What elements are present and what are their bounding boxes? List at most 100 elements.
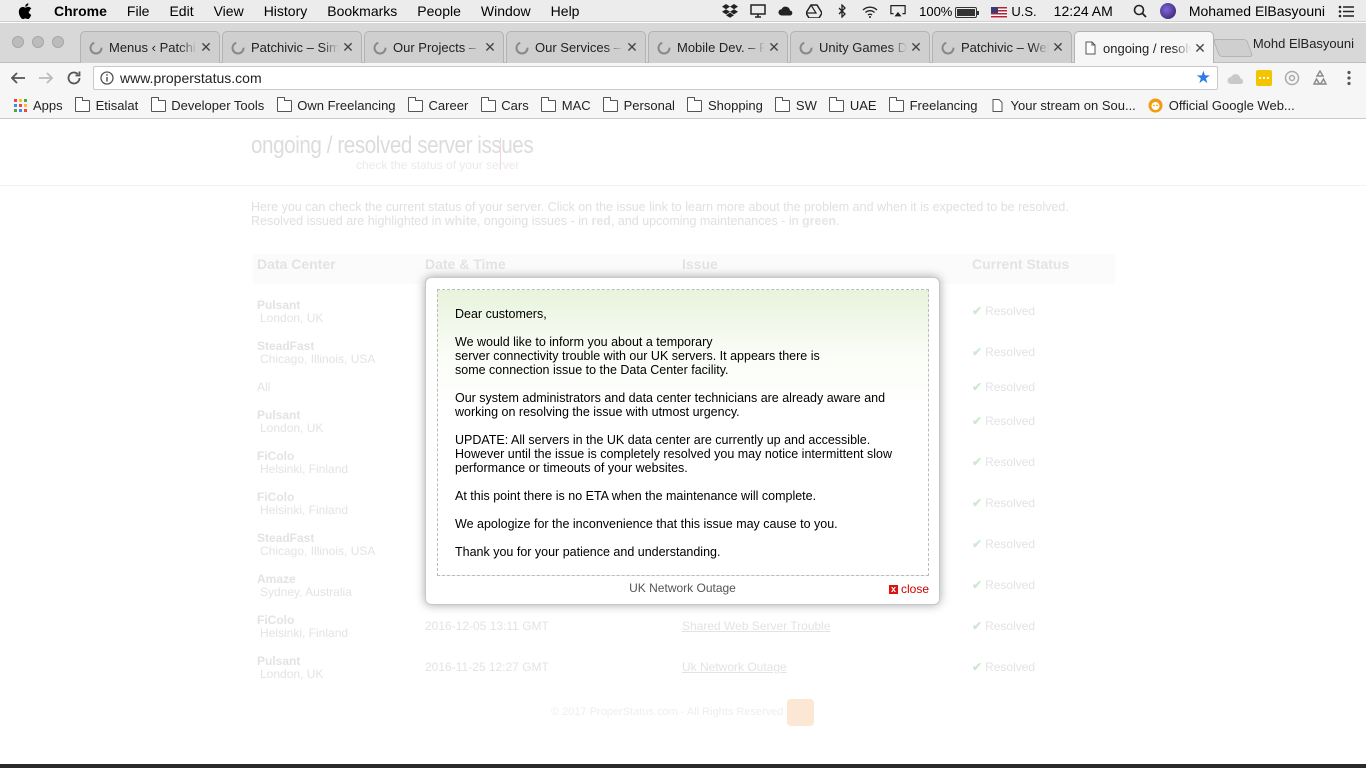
tab-close-icon[interactable]: ✕ <box>909 39 923 56</box>
window-minimize-button[interactable] <box>32 36 44 48</box>
bookmark-folder-uae[interactable]: UAE <box>829 96 877 113</box>
tab-close-icon[interactable]: ✕ <box>1193 40 1207 57</box>
status-cell: ✔ Resolved <box>972 496 1035 510</box>
bookmark-google-webmaster[interactable]: Official Google Web... <box>1148 98 1295 113</box>
modal-close-button[interactable]: x close <box>889 582 929 596</box>
cloud-icon[interactable] <box>778 4 794 18</box>
menu-window[interactable]: Window <box>471 0 541 22</box>
input-source-label: U.S. <box>1011 3 1037 19</box>
browser-tab[interactable]: Mobile Dev. – P ✕ <box>648 31 788 63</box>
browser-tab[interactable]: Patchivic – Simi ✕ <box>222 31 362 63</box>
bookmark-folder-sw[interactable]: SW <box>775 96 817 113</box>
tab-close-icon[interactable]: ✕ <box>767 39 781 56</box>
menu-history[interactable]: History <box>254 0 318 22</box>
menu-bookmarks[interactable]: Bookmarks <box>317 0 407 22</box>
folder-icon <box>775 96 791 112</box>
spotlight-search-icon[interactable] <box>1132 4 1148 18</box>
close-label: close <box>901 582 930 596</box>
input-source[interactable]: U.S. <box>991 3 1037 19</box>
tab-close-icon[interactable]: ✕ <box>199 39 213 56</box>
menu-view[interactable]: View <box>204 0 254 22</box>
forward-button[interactable] <box>36 68 56 88</box>
menu-help[interactable]: Help <box>541 0 590 22</box>
page-document-icon <box>990 99 1006 112</box>
display-icon[interactable] <box>750 4 766 18</box>
browser-tab[interactable]: Unity Games Dc ✕ <box>790 31 930 63</box>
airplay-icon[interactable] <box>890 4 906 18</box>
column-header-date-time: Date & Time <box>425 256 506 272</box>
issue-link[interactable]: Shared Web Server Trouble <box>682 619 831 633</box>
bookmark-star-icon[interactable]: ★ <box>1196 69 1211 87</box>
chrome-menu-icon[interactable] <box>1340 69 1358 87</box>
wifi-icon[interactable] <box>862 4 878 18</box>
url-input[interactable] <box>120 69 1180 87</box>
tab-close-icon[interactable]: ✕ <box>483 39 497 56</box>
address-bar[interactable]: ★ <box>93 66 1218 90</box>
bookmark-folder-shopping[interactable]: Shopping <box>687 96 763 113</box>
status-label: Resolved <box>985 345 1036 359</box>
bookmarks-bar: Apps Etisalat Developer Tools Own Freela… <box>0 93 1366 119</box>
check-icon: ✔ <box>972 414 983 428</box>
status-label: Resolved <box>985 619 1036 633</box>
browser-tab[interactable]: Menus ‹ Patchi ✕ <box>80 31 220 63</box>
tab-close-icon[interactable]: ✕ <box>1051 39 1065 56</box>
browser-tab[interactable]: Patchivic – Wel ✕ <box>932 31 1072 63</box>
menu-file[interactable]: File <box>117 0 160 22</box>
status-cell: ✔ Resolved <box>972 537 1035 551</box>
browser-tab[interactable]: Our Services – ✕ <box>506 31 646 63</box>
tab-close-icon[interactable]: ✕ <box>341 39 355 56</box>
extension-recycle-icon[interactable] <box>1311 69 1329 87</box>
data-center-name: Pulsant <box>257 654 301 668</box>
bookmark-folder-developer-tools[interactable]: Developer Tools <box>150 96 264 113</box>
extension-cloud-icon[interactable] <box>1227 69 1245 87</box>
chrome-profile-name[interactable]: Mohd ElBasyouni <box>1253 36 1354 51</box>
bookmark-folder-freelancing[interactable]: Freelancing <box>889 96 978 113</box>
window-close-button[interactable] <box>12 36 24 48</box>
macos-menu-bar: Chrome File Edit View History Bookmarks … <box>0 0 1366 22</box>
user-name[interactable]: Mohamed ElBasyouni <box>1189 3 1325 19</box>
status-label: Resolved <box>985 455 1036 469</box>
tab-close-icon[interactable]: ✕ <box>625 39 639 56</box>
extension-at-icon[interactable] <box>1283 69 1301 87</box>
bookmark-soundcloud-stream[interactable]: Your stream on Sou... <box>990 98 1136 113</box>
bookmark-folder-etisalat[interactable]: Etisalat <box>75 96 138 113</box>
notification-center-icon[interactable] <box>1338 4 1354 18</box>
bookmark-folder-career[interactable]: Career <box>408 96 468 113</box>
tab-title: Unity Games Dc <box>819 40 907 55</box>
apple-menu-icon[interactable] <box>18 0 36 22</box>
new-tab-button[interactable] <box>1212 39 1254 57</box>
menu-edit[interactable]: Edit <box>159 0 203 22</box>
clock[interactable]: 12:24 AM <box>1054 3 1113 19</box>
browser-tab[interactable]: Our Projects – I ✕ <box>364 31 504 63</box>
battery-status[interactable]: 100% <box>919 4 980 19</box>
window-zoom-button[interactable] <box>52 36 64 48</box>
bookmark-apps[interactable]: Apps <box>12 98 63 113</box>
extension-note-icon[interactable] <box>1255 69 1273 87</box>
data-center-location: London, UK <box>260 667 324 681</box>
rss-feed-icon[interactable] <box>787 699 814 726</box>
dropbox-icon[interactable] <box>722 4 739 18</box>
page-document-icon <box>1083 41 1097 55</box>
menu-people[interactable]: People <box>407 0 471 22</box>
folder-icon <box>276 96 292 112</box>
bookmark-folder-personal[interactable]: Personal <box>603 96 675 113</box>
google-drive-icon[interactable] <box>806 4 823 18</box>
intro-fragment: , ongoing issues - in <box>476 214 592 228</box>
back-button[interactable] <box>8 68 28 88</box>
tab-title: Patchivic – Wel <box>961 40 1049 55</box>
browser-tab-active[interactable]: ongoing / resolv ✕ <box>1074 31 1214 64</box>
intro-fragment: , and upcoming maintenances - in <box>610 214 803 228</box>
bookmark-folder-mac[interactable]: MAC <box>541 96 591 113</box>
user-avatar[interactable] <box>1159 3 1176 19</box>
tab-title: Our Projects – I <box>393 40 481 55</box>
issue-link[interactable]: Uk Network Outage <box>682 660 787 674</box>
check-icon: ✔ <box>972 537 983 551</box>
bookmark-folder-own-freelancing[interactable]: Own Freelancing <box>276 96 396 113</box>
browser-tab-strip: Menus ‹ Patchi ✕ Patchivic – Simi ✕ Our … <box>0 23 1366 64</box>
menu-app-name[interactable]: Chrome <box>54 0 117 22</box>
site-info-icon[interactable] <box>100 71 114 85</box>
reload-button[interactable] <box>64 68 84 88</box>
tab-title: Patchivic – Simi <box>251 40 339 55</box>
bluetooth-icon[interactable] <box>834 4 850 18</box>
bookmark-folder-cars[interactable]: Cars <box>480 96 529 113</box>
